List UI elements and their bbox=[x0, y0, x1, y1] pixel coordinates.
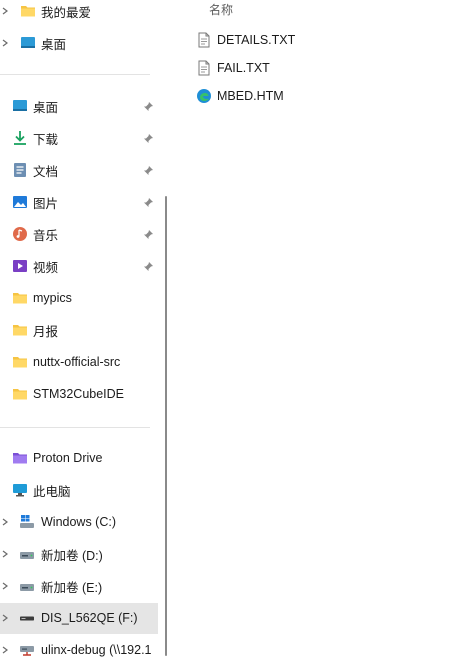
edge-html-icon bbox=[197, 89, 211, 103]
nav-scrollbar-thumb[interactable] bbox=[165, 196, 167, 656]
nav-item-desktop[interactable]: 桌面 bbox=[0, 94, 160, 118]
desktop-icon bbox=[13, 100, 27, 111]
separator bbox=[0, 427, 150, 428]
music-icon bbox=[13, 227, 27, 241]
pictures-icon bbox=[13, 196, 27, 208]
nav-item-label: 新加卷 (D:) bbox=[41, 548, 103, 563]
nav-item-label: STM32CubeIDE bbox=[33, 387, 125, 401]
chevron-right-icon[interactable] bbox=[1, 550, 9, 558]
chevron-right-icon[interactable] bbox=[1, 518, 9, 526]
text-file-icon bbox=[198, 60, 210, 76]
nav-item-proton-drive[interactable]: Proton Drive bbox=[0, 446, 160, 470]
nav-item-label: 桌面 bbox=[41, 37, 67, 52]
separator bbox=[0, 74, 150, 75]
download-icon bbox=[14, 131, 26, 145]
nav-item-desktop-expandable[interactable]: 桌面 bbox=[0, 31, 160, 55]
folder-icon bbox=[13, 293, 27, 304]
nav-item-mypics[interactable]: mypics bbox=[0, 286, 160, 310]
nav-item-label: 我的最爱 bbox=[41, 5, 92, 20]
nav-item-label: Windows (C:) bbox=[41, 515, 117, 529]
nav-item-drive-e[interactable]: 新加卷 (E:) bbox=[0, 574, 160, 598]
file-name: DETAILS.TXT bbox=[217, 33, 296, 47]
nav-item-drive-d[interactable]: 新加卷 (D:) bbox=[0, 542, 160, 566]
folder-icon bbox=[13, 389, 27, 400]
pin-icon[interactable] bbox=[143, 229, 154, 240]
chevron-right-icon[interactable] bbox=[1, 7, 9, 15]
nav-item-stm32cubeide[interactable]: STM32CubeIDE bbox=[0, 382, 160, 406]
nav-item-drive-f[interactable]: DIS_L562QE (F:) bbox=[0, 606, 160, 630]
nav-item-label: Proton Drive bbox=[33, 451, 103, 465]
document-icon bbox=[14, 163, 26, 177]
nav-item-label: 月报 bbox=[33, 324, 59, 339]
nav-item-music[interactable]: 音乐 bbox=[0, 222, 160, 246]
pin-icon[interactable] bbox=[143, 101, 154, 112]
chevron-right-icon[interactable] bbox=[1, 614, 9, 622]
chevron-right-icon[interactable] bbox=[1, 582, 9, 590]
folder-icon bbox=[21, 6, 35, 17]
nav-item-label: ulinx-debug (\\192.1 bbox=[41, 643, 152, 657]
windows-drive-icon bbox=[20, 515, 34, 528]
column-header-name[interactable]: 名称 bbox=[209, 1, 233, 18]
video-icon bbox=[13, 260, 27, 272]
text-file-icon bbox=[198, 32, 210, 48]
nav-item-label: 图片 bbox=[33, 196, 59, 211]
nav-item-drive-c[interactable]: Windows (C:) bbox=[0, 510, 160, 534]
file-row[interactable]: DETAILS.TXT bbox=[196, 29, 295, 51]
nav-item-label: 文档 bbox=[33, 164, 59, 179]
network-drive-icon bbox=[20, 646, 34, 656]
nav-item-label: mypics bbox=[33, 291, 72, 305]
usb-drive-icon bbox=[20, 616, 34, 621]
file-name: FAIL.TXT bbox=[217, 61, 270, 75]
nav-item-label: 此电脑 bbox=[33, 484, 71, 499]
pin-icon[interactable] bbox=[143, 261, 154, 272]
file-row[interactable]: FAIL.TXT bbox=[196, 57, 270, 79]
computer-icon bbox=[13, 484, 27, 497]
nav-item-label: nuttx-official-src bbox=[33, 355, 121, 369]
nav-item-monthly-report[interactable]: 月报 bbox=[0, 318, 160, 342]
pin-icon[interactable] bbox=[143, 197, 154, 208]
chevron-right-icon[interactable] bbox=[1, 39, 9, 47]
navigation-pane: 我的最爱 桌面 桌面 下载 文档 图片 音乐 视频 mypics 月报 nutt… bbox=[0, 0, 163, 663]
file-name: MBED.HTM bbox=[217, 89, 284, 103]
nav-item-label: DIS_L562QE (F:) bbox=[41, 611, 138, 625]
desktop-icon bbox=[21, 37, 35, 48]
folder-icon bbox=[13, 325, 27, 336]
nav-item-label: 新加卷 (E:) bbox=[41, 580, 103, 595]
nav-item-network-drive[interactable]: ulinx-debug (\\192.1 bbox=[0, 638, 160, 662]
folder-icon bbox=[13, 357, 27, 368]
nav-item-label: 音乐 bbox=[33, 228, 59, 243]
nav-item-nuttx[interactable]: nuttx-official-src bbox=[0, 350, 160, 374]
chevron-right-icon[interactable] bbox=[1, 646, 9, 654]
pin-icon[interactable] bbox=[143, 133, 154, 144]
nav-item-label: 视频 bbox=[33, 260, 59, 275]
pin-icon[interactable] bbox=[143, 165, 154, 176]
nav-item-videos[interactable]: 视频 bbox=[0, 254, 160, 278]
nav-item-pictures[interactable]: 图片 bbox=[0, 190, 160, 214]
nav-item-label: 桌面 bbox=[33, 100, 59, 115]
nav-item-favorites[interactable]: 我的最爱 bbox=[0, 0, 160, 23]
file-row[interactable]: MBED.HTM bbox=[196, 85, 284, 107]
drive-icon bbox=[20, 584, 34, 591]
nav-item-label: 下载 bbox=[33, 132, 59, 147]
proton-drive-icon bbox=[13, 453, 27, 464]
nav-item-downloads[interactable]: 下载 bbox=[0, 126, 160, 150]
nav-item-this-pc[interactable]: 此电脑 bbox=[0, 478, 160, 502]
drive-icon bbox=[20, 552, 34, 559]
nav-item-documents[interactable]: 文档 bbox=[0, 158, 160, 182]
